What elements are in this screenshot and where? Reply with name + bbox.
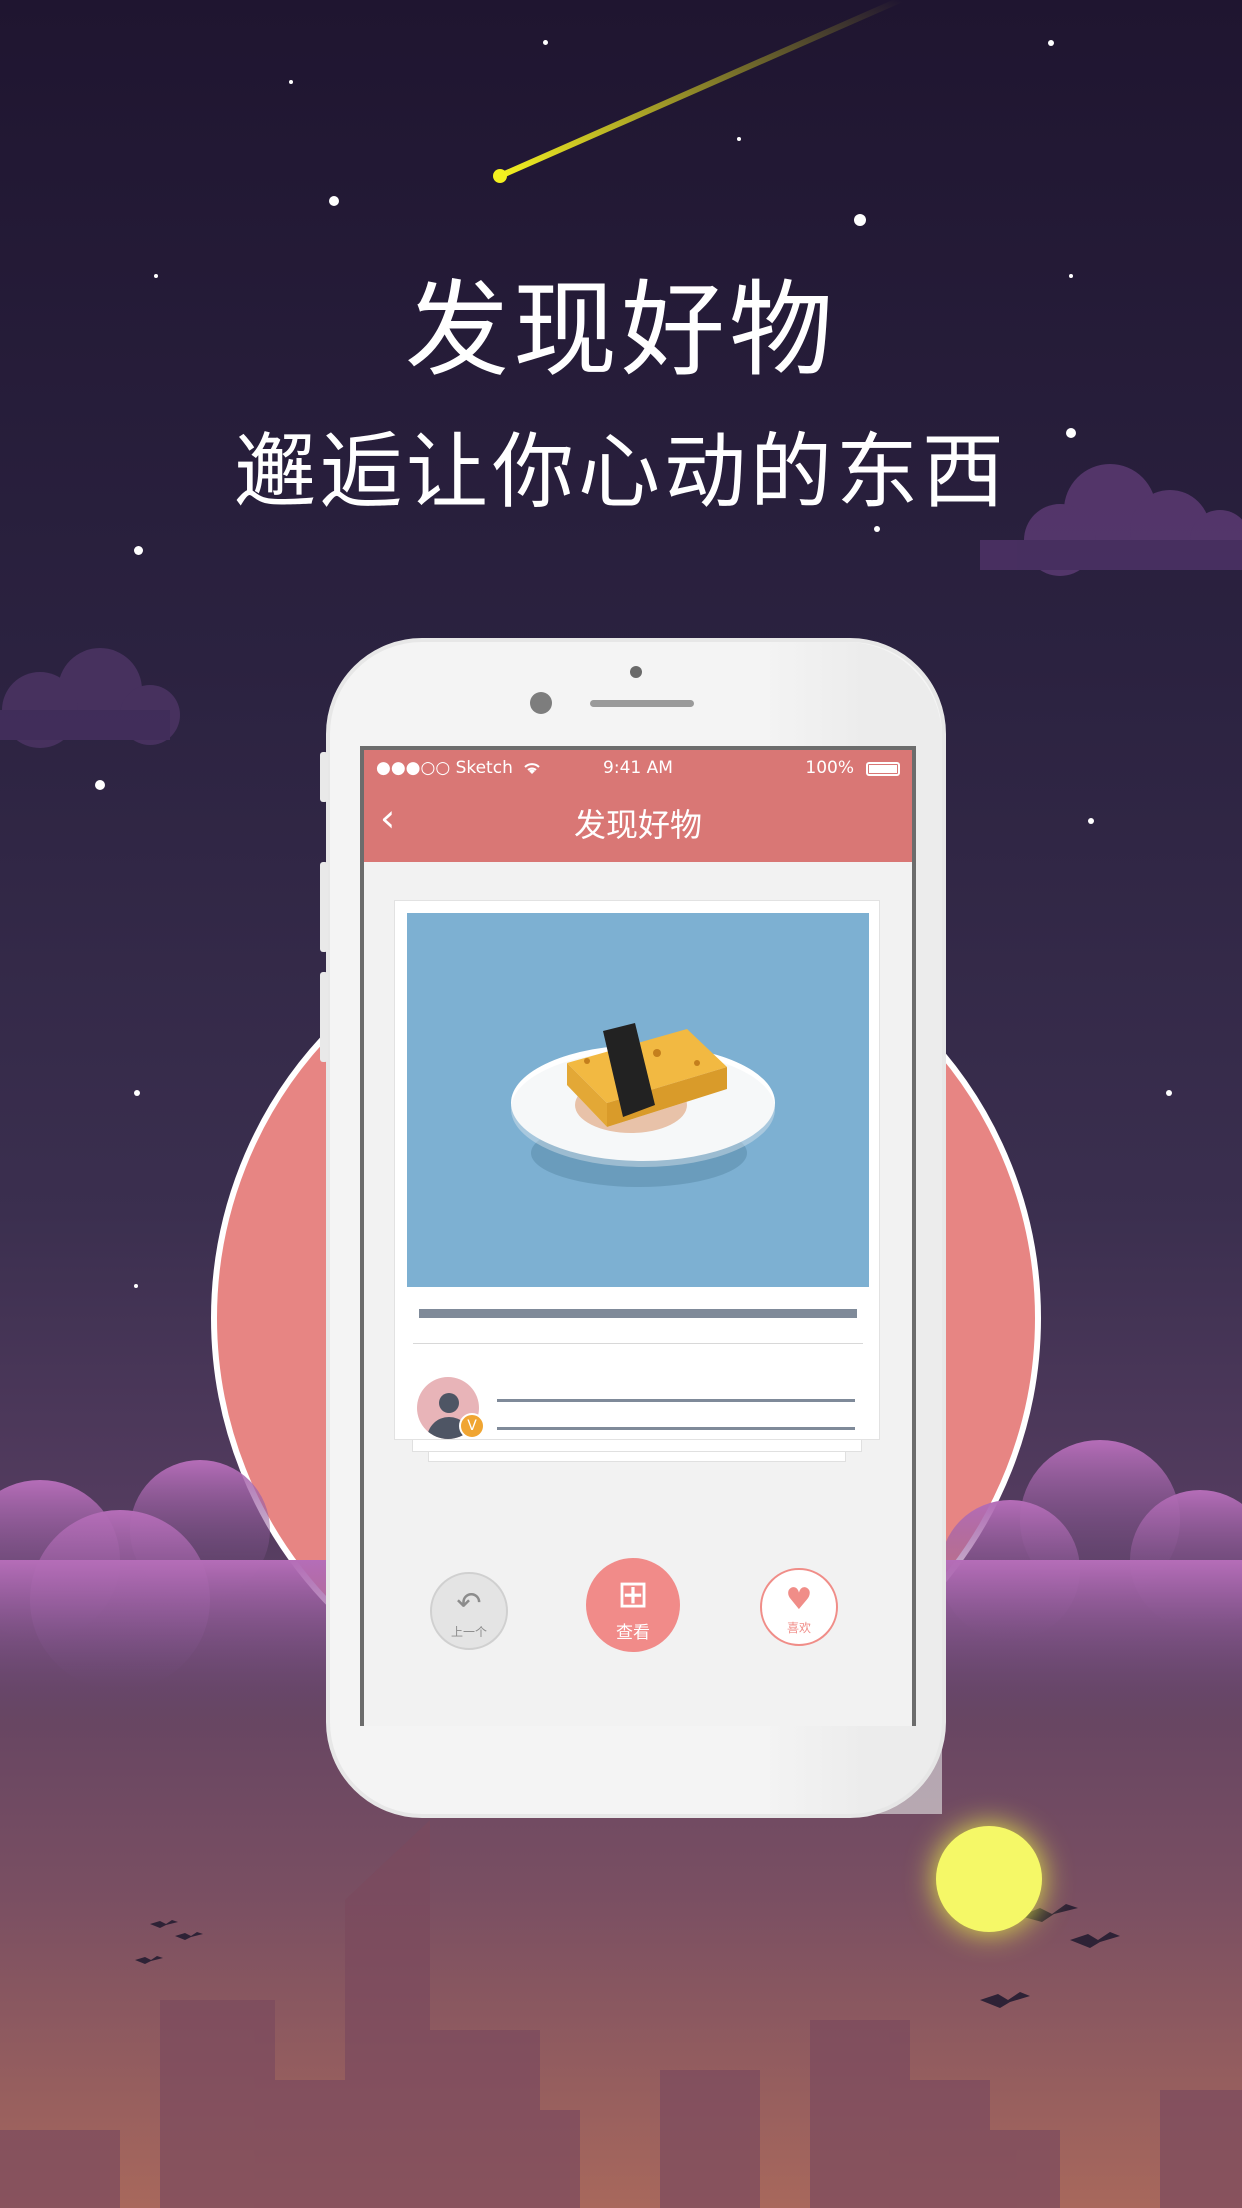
star <box>543 40 548 45</box>
product-card[interactable]: V <box>394 900 880 1440</box>
phone-side-button <box>320 752 328 802</box>
title-placeholder-bar <box>419 1309 857 1318</box>
phone-camera <box>530 692 552 714</box>
battery-icon <box>866 762 900 776</box>
heart-icon: ♥ <box>785 1582 813 1617</box>
meteor-trail <box>497 0 903 179</box>
promo-title: 发现好物 <box>404 269 837 391</box>
star <box>134 1090 140 1096</box>
sushi-illustration <box>511 1023 775 1187</box>
like-label: 喜欢 <box>786 1621 811 1635</box>
star <box>1088 818 1094 824</box>
star <box>329 196 339 206</box>
avatar-head <box>439 1393 459 1413</box>
phone-sensor <box>630 666 642 678</box>
view-label: 查看 <box>616 1623 650 1643</box>
star <box>874 526 880 532</box>
star <box>134 1284 138 1288</box>
view-button[interactable]: ⊞ 查看 <box>586 1558 680 1652</box>
city-skyline <box>0 1820 1242 2208</box>
star <box>737 137 741 141</box>
product-image[interactable] <box>407 913 869 1287</box>
nav-bar: ●●●○○ Sketch 9:41 AM 100% ‹ 发现好物 <box>364 750 912 862</box>
undo-arrow-icon: ↶ <box>456 1586 482 1621</box>
promo-background: 发现好物 邂逅让你心动的东西 ●●●○○ Sketch 9:41 AM 100% <box>0 0 1242 2208</box>
status-bar: ●●●○○ Sketch 9:41 AM 100% <box>376 758 900 784</box>
star <box>1166 1090 1172 1096</box>
star <box>854 214 866 226</box>
phone-screen: ●●●○○ Sketch 9:41 AM 100% ‹ 发现好物 V ↶ 上一个… <box>360 746 916 1726</box>
gift-icon: ⊞ <box>617 1572 649 1616</box>
like-button[interactable]: ♥ 喜欢 <box>760 1568 838 1646</box>
previous-label: 上一个 <box>450 1625 487 1639</box>
battery-percent: 100% <box>805 758 854 778</box>
star <box>289 80 293 84</box>
text-placeholder-line <box>497 1427 855 1430</box>
promo-subtitle: 邂逅让你心动的东西 <box>233 425 1008 520</box>
nav-title: 发现好物 <box>573 806 702 844</box>
moon <box>936 1826 1042 1932</box>
cloud-left <box>0 648 180 748</box>
phone-side-button <box>320 972 328 1062</box>
meteor-head <box>493 169 507 183</box>
previous-button[interactable]: ↶ 上一个 <box>430 1572 508 1650</box>
star <box>95 780 105 790</box>
verified-badge: V <box>459 1413 485 1439</box>
star <box>134 546 143 555</box>
phone-side-button <box>320 862 328 952</box>
phone-speaker <box>590 700 694 707</box>
card-divider <box>413 1343 863 1344</box>
text-placeholder-line <box>497 1399 855 1402</box>
phone-mockup: ●●●○○ Sketch 9:41 AM 100% ‹ 发现好物 V ↶ 上一个… <box>320 638 946 1818</box>
star <box>1048 40 1054 46</box>
